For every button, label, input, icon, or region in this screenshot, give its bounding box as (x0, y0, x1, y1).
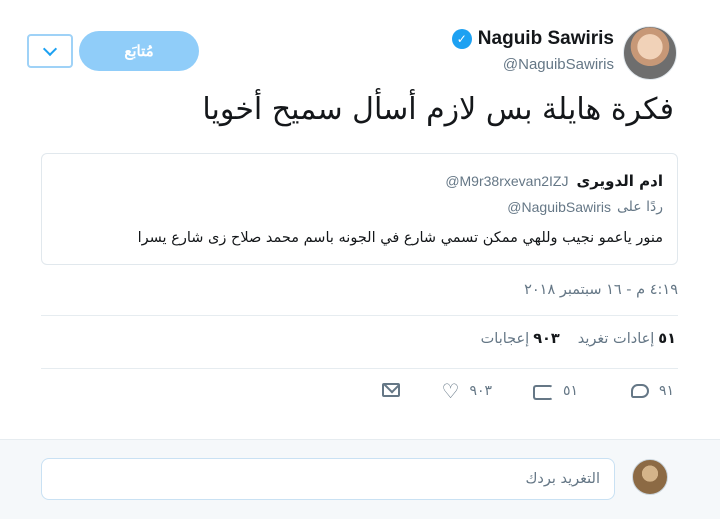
author-handle[interactable]: @NaguibSawiris (503, 56, 614, 73)
like-count: ٩٠٣ (469, 383, 492, 399)
reply-action[interactable]: ٩١ (630, 383, 674, 399)
like-icon: ♡ (441, 379, 460, 403)
avatar[interactable] (623, 26, 677, 80)
reply-count: ٩١ (658, 383, 674, 399)
verified-icon: ✓ (451, 29, 472, 49)
retweet-icon (531, 384, 553, 400)
retweet-action[interactable]: ٥١ (531, 383, 578, 400)
reply-composer: التغريد بردك (0, 439, 720, 519)
message-icon (382, 383, 400, 397)
reply-icon (630, 384, 649, 398)
quoted-tweet-header: ادم الدويرى @M9r38rxevan2IZJ (445, 172, 663, 190)
reply-to-handle[interactable]: @NaguibSawiris (507, 199, 611, 215)
tweet-actions: ٩١ ٥١ ♡ ٩٠٣ (0, 379, 720, 409)
retweets-stat[interactable]: ٥١إعادات تغريد (578, 331, 676, 347)
more-options-button[interactable] (27, 34, 73, 68)
like-action[interactable]: ♡ ٩٠٣ (441, 379, 492, 403)
divider (41, 315, 678, 316)
reply-input[interactable]: التغريد بردك (41, 458, 615, 500)
quoted-author-handle: @M9r38rxevan2IZJ (445, 173, 569, 189)
quoted-tweet-text: منور ياعمو نجيب وللهي ممكن تسمي شارع في … (137, 230, 663, 246)
message-action[interactable] (382, 383, 400, 397)
retweets-label: إعادات تغريد (577, 331, 655, 347)
quoted-tweet[interactable]: ادم الدويرى @M9r38rxevan2IZJ ردًا على @N… (41, 153, 678, 265)
reply-prefix: ردًا على (617, 199, 663, 215)
tweet-header: مُتابَع ✓ Naguib Sawiris @NaguibSawiris (0, 22, 720, 82)
tweet-timestamp[interactable]: ٤:١٩ م - ١٦ سبتمبر ٢٠١٨ (524, 282, 678, 298)
likes-label: إعجابات (480, 331, 530, 347)
author-name[interactable]: Naguib Sawiris (478, 28, 614, 50)
current-user-avatar (632, 459, 668, 495)
following-button[interactable]: مُتابَع (79, 31, 199, 71)
retweets-count: ٥١ (658, 331, 676, 347)
tweet-stats: ٥١إعادات تغريد ٩٠٣إعجابات (481, 331, 676, 347)
likes-stat[interactable]: ٩٠٣إعجابات (481, 331, 560, 347)
author-name-row[interactable]: ✓ Naguib Sawiris (451, 28, 614, 50)
quoted-author-name: ادم الدويرى (576, 172, 663, 190)
quoted-reply-context: ردًا على @NaguibSawiris (507, 199, 663, 215)
chevron-down-icon (42, 41, 58, 56)
tweet-text: فكرة هايلة بس لازم أسأل سميح أخويا (202, 92, 674, 127)
retweet-count: ٥١ (562, 383, 578, 399)
divider (41, 368, 678, 369)
likes-count: ٩٠٣ (533, 331, 560, 347)
